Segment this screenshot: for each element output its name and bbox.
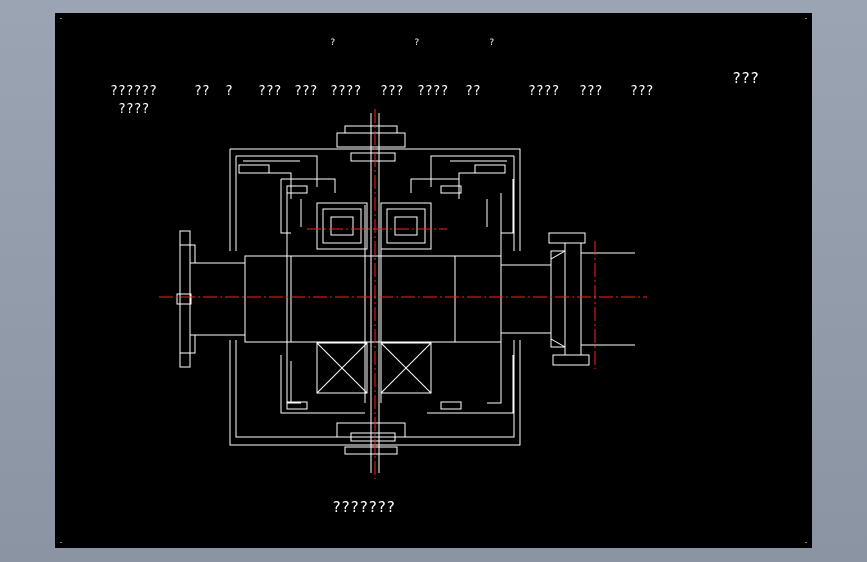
header-item: ?? xyxy=(194,84,210,99)
header-item: ??? xyxy=(630,84,653,99)
header-item: ??? xyxy=(579,84,602,99)
header-item: ???? xyxy=(330,84,361,99)
top-mark: ? xyxy=(414,38,419,48)
bottom-label: ??????? xyxy=(332,498,395,516)
screw-group xyxy=(176,164,590,410)
header-item: ?????? xyxy=(110,84,157,99)
header-item: ??? xyxy=(380,84,403,99)
header-item-second-line: ???? xyxy=(118,102,149,117)
header-row: ?????? ?? ? ??? ??? ???? ??? ???? ?? ???… xyxy=(110,84,653,117)
header-item: ???? xyxy=(417,84,448,99)
header-item: ??? xyxy=(258,84,281,99)
header-item: ??? xyxy=(294,84,317,99)
top-mark: ? xyxy=(330,38,335,48)
corner-label: ??? xyxy=(732,69,759,87)
header-item: ???? xyxy=(528,84,559,99)
header-item: ? xyxy=(225,84,233,99)
drawing-sheet: ? ? ? ?????? ?? ? ??? ??? ???? ??? ???? … xyxy=(55,13,812,548)
top-mark: ? xyxy=(489,38,494,48)
coupling-assembly-drawing xyxy=(176,113,635,473)
drawing-canvas: ? ? ? ?????? ?? ? ??? ??? ???? ??? ???? … xyxy=(60,18,807,543)
header-item: ?? xyxy=(465,84,481,99)
top-marks: ? ? ? xyxy=(330,38,494,48)
